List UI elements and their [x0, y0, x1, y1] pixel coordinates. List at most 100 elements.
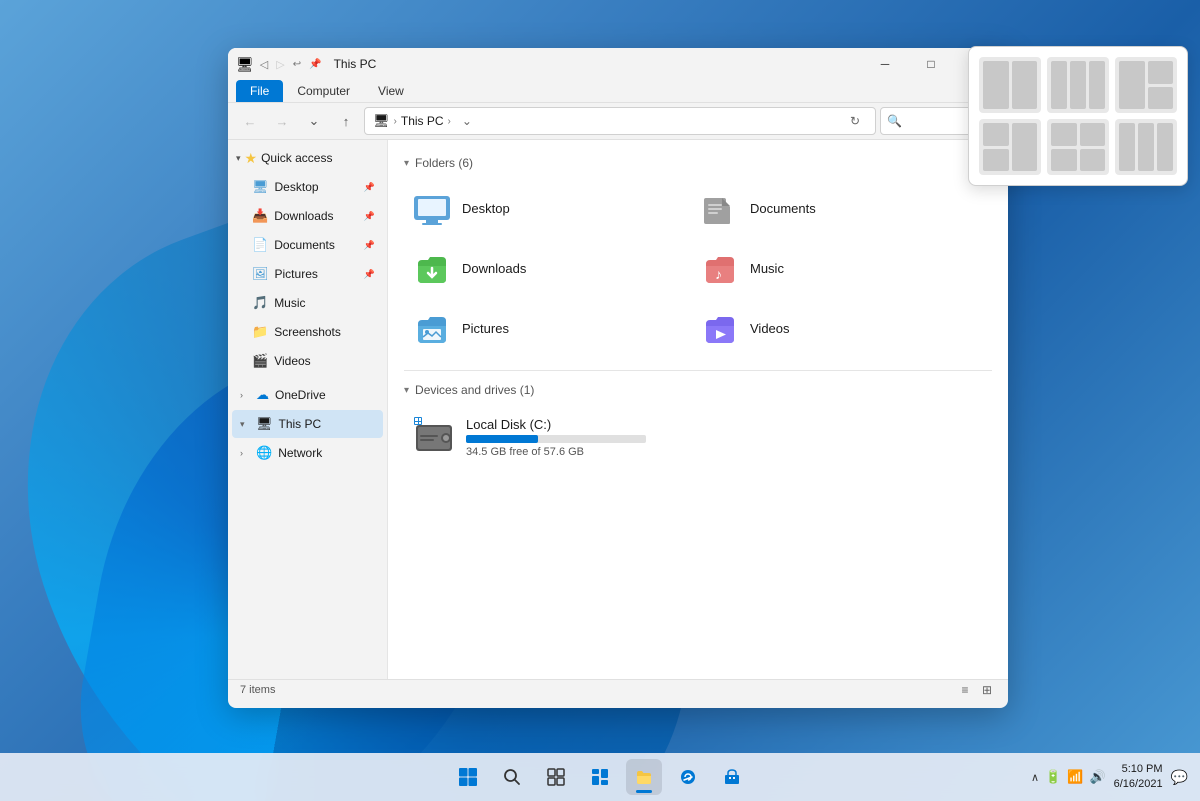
downloads-folder-icon: 📥	[252, 208, 268, 224]
search-taskbar-button[interactable]	[494, 759, 530, 795]
desktop-label: Desktop	[275, 180, 319, 194]
tab-view[interactable]: View	[364, 80, 418, 102]
system-tray: ∧ 🔋 📶 🔊	[1031, 769, 1106, 785]
folder-music[interactable]: ♪ Music	[692, 242, 972, 294]
sidebar-item-downloads[interactable]: 📥 Downloads 📌	[232, 202, 383, 230]
window-title: This PC	[334, 57, 856, 71]
wifi-icon: 📶	[1067, 769, 1083, 785]
drive-c-icon	[412, 415, 456, 459]
up-button[interactable]: ↑	[332, 107, 360, 135]
desktop-folder-img	[412, 188, 452, 228]
snap-layout-popup	[968, 46, 1188, 186]
tiles-view-button[interactable]: ⊞	[978, 681, 996, 699]
drive-c-info: Local Disk (C:) 34.5 GB free of 57.6 GB	[466, 417, 646, 458]
sidebar-item-pictures[interactable]: 🖼 Pictures 📌	[232, 260, 383, 288]
drive-c-space: 34.5 GB free of 57.6 GB	[466, 446, 646, 458]
videos-folder-icon: 🎬	[252, 353, 268, 369]
documents-pin-icon: 📌	[364, 240, 375, 251]
address-chevron: ›	[394, 116, 397, 127]
list-view-button[interactable]: ≡	[956, 681, 974, 699]
task-view-button[interactable]	[538, 759, 574, 795]
sidebar-item-videos[interactable]: 🎬 Videos	[232, 347, 383, 375]
network-chevron: ›	[240, 448, 250, 458]
maximize-button[interactable]: □	[908, 48, 954, 80]
sidebar-item-this-pc[interactable]: ▾ 🖥 This PC	[232, 410, 383, 438]
minimize-button[interactable]: ─	[862, 48, 908, 80]
drives-section-header[interactable]: ▾ Devices and drives (1)	[404, 383, 992, 397]
downloads-pin-icon: 📌	[364, 211, 375, 222]
pictures-folder-icon: 🖼	[252, 266, 269, 282]
this-pc-icon: 🖥	[256, 416, 273, 432]
sidebar-item-desktop[interactable]: 🖥 Desktop 📌	[232, 173, 383, 201]
videos-folder-img	[700, 308, 740, 348]
battery-icon: 🔋	[1045, 769, 1061, 785]
section-divider	[404, 370, 992, 371]
store-taskbar-button[interactable]	[714, 759, 750, 795]
back-button[interactable]: ←	[236, 107, 264, 135]
snap-option-4[interactable]	[979, 119, 1041, 175]
drive-c-name: Local Disk (C:)	[466, 417, 646, 432]
videos-label: Videos	[274, 354, 310, 368]
pictures-folder-name: Pictures	[462, 321, 509, 336]
drive-bar-container	[466, 435, 646, 443]
view-controls: ≡ ⊞	[956, 681, 996, 699]
documents-folder-name: Documents	[750, 201, 816, 216]
address-dropdown-button[interactable]: ⌄	[455, 109, 479, 133]
window-icon: 🖥	[236, 56, 254, 73]
drive-c[interactable]: Local Disk (C:) 34.5 GB free of 57.6 GB	[404, 409, 992, 465]
documents-label: Documents	[274, 238, 335, 252]
folder-pictures[interactable]: Pictures	[404, 302, 684, 354]
volume-icon[interactable]: 🔊	[1089, 769, 1105, 785]
downloads-label: Downloads	[274, 209, 333, 223]
desktop-folder-name: Desktop	[462, 201, 510, 216]
snap-option-5[interactable]	[1047, 119, 1109, 175]
toolbar-pin-icon: 📌	[309, 59, 321, 70]
tab-computer[interactable]: Computer	[283, 80, 364, 102]
titlebar: 🖥 ◁ ▷ ↩ 📌 This PC ─ □ ✕	[228, 48, 1008, 80]
clock[interactable]: 5:10 PM 6/16/2021	[1114, 762, 1163, 793]
folder-desktop[interactable]: Desktop	[404, 182, 684, 234]
tab-file[interactable]: File	[236, 80, 283, 102]
snap-option-2[interactable]	[1047, 57, 1109, 113]
pc-icon: 🖥	[373, 113, 390, 129]
file-pane: ▾ Folders (6) Desktop	[388, 140, 1008, 679]
music-folder-icon: 🎵	[252, 295, 268, 311]
documents-folder-icon: 📄	[252, 237, 268, 253]
nav-bar: ← → ⌄ ↑ 🖥 › This PC › ⌄ ↻ 🔍	[228, 103, 1008, 140]
toolbar-back-icon: ◁	[260, 58, 268, 71]
snap-option-6[interactable]	[1115, 119, 1177, 175]
forward-button[interactable]: →	[268, 107, 296, 135]
snap-option-1[interactable]	[979, 57, 1041, 113]
recent-button[interactable]: ⌄	[300, 107, 328, 135]
file-explorer-taskbar-button[interactable]	[626, 759, 662, 795]
downloads-folder-name: Downloads	[462, 261, 526, 276]
folder-documents[interactable]: Documents	[692, 182, 972, 234]
sidebar-item-screenshots[interactable]: 📁 Screenshots	[232, 318, 383, 346]
folder-downloads[interactable]: Downloads	[404, 242, 684, 294]
network-icon: 🌐	[256, 445, 272, 461]
sidebar-item-network[interactable]: › 🌐 Network	[232, 439, 383, 467]
sidebar-item-music[interactable]: 🎵 Music	[232, 289, 383, 317]
music-folder-img: ♪	[700, 248, 740, 288]
ribbon: File Computer View	[228, 80, 1008, 103]
desktop-pin-icon: 📌	[364, 182, 375, 193]
quick-access-header[interactable]: ▾ ★ Quick access	[228, 144, 387, 172]
folder-videos[interactable]: Videos	[692, 302, 972, 354]
drives-label: Devices and drives (1)	[415, 383, 534, 397]
folders-section-header[interactable]: ▾ Folders (6)	[404, 156, 992, 170]
folders-grid: Desktop Documents	[404, 182, 992, 354]
refresh-button[interactable]: ↻	[843, 109, 867, 133]
sidebar-item-onedrive[interactable]: › ☁ OneDrive	[232, 381, 383, 409]
chevron-up-icon[interactable]: ∧	[1031, 771, 1039, 784]
svg-text:♪: ♪	[715, 266, 722, 282]
screenshots-label: Screenshots	[274, 325, 341, 339]
sidebar-item-documents[interactable]: 📄 Documents 📌	[232, 231, 383, 259]
start-button[interactable]	[450, 759, 486, 795]
edge-taskbar-button[interactable]	[670, 759, 706, 795]
address-bar[interactable]: 🖥 › This PC › ⌄ ↻	[364, 107, 876, 135]
snap-option-3[interactable]	[1115, 57, 1177, 113]
this-pc-label: This PC	[279, 417, 322, 431]
notification-icon[interactable]: 💬	[1171, 769, 1188, 786]
widgets-button[interactable]	[582, 759, 618, 795]
onedrive-icon: ☁	[256, 387, 269, 403]
